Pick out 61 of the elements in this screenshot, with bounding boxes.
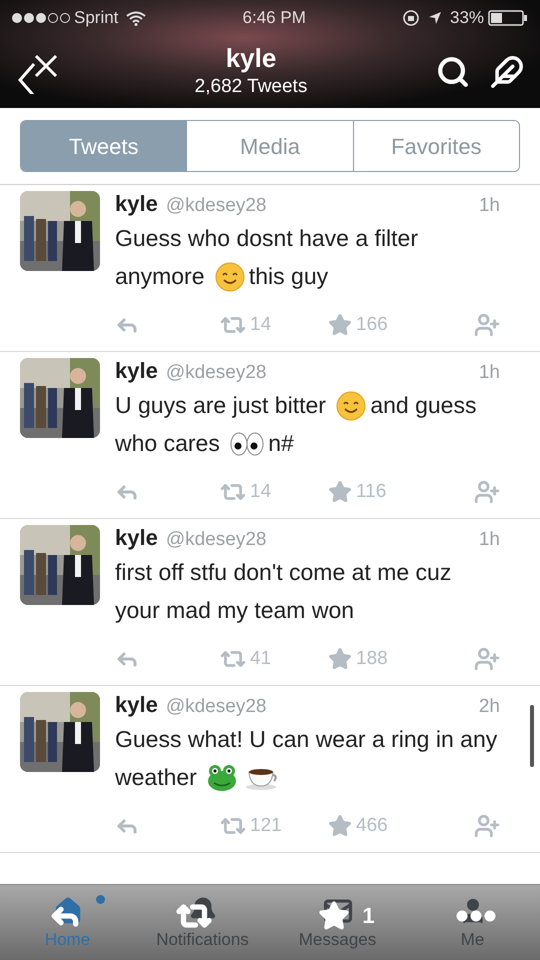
tweet-time: 1h xyxy=(478,528,500,552)
rotation-lock-icon xyxy=(402,9,420,27)
user-handle: @kdesey28 xyxy=(166,194,266,218)
add-person-icon xyxy=(474,478,500,505)
user-handle: @kdesey28 xyxy=(166,528,266,552)
star-icon xyxy=(328,814,352,838)
user-name: kyle xyxy=(115,691,158,719)
coffee-cup-icon xyxy=(245,766,280,790)
frog-icon xyxy=(207,764,238,792)
user-handle: @kdesey28 xyxy=(166,361,266,385)
tweet-time: 1h xyxy=(478,194,500,218)
favorite-button[interactable]: 188 xyxy=(328,644,388,673)
retweet-button[interactable]: 41 xyxy=(220,644,328,673)
follow-button[interactable] xyxy=(474,478,500,505)
compose-button[interactable] xyxy=(490,55,524,89)
star-icon xyxy=(318,900,350,932)
scroll-bar xyxy=(530,705,534,767)
tab-bar-item[interactable]: Notifications xyxy=(135,885,270,960)
follow-button[interactable] xyxy=(474,646,500,672)
tweet-time: 1h xyxy=(478,361,500,385)
profile-tab[interactable]: Tweets xyxy=(21,121,186,171)
profile-tab[interactable]: Favorites xyxy=(352,121,519,171)
status-time: 6:46 PM xyxy=(242,7,306,30)
smiling-face-icon xyxy=(336,391,366,422)
tweet-text: U guys are just bitter and guess who cares n# xyxy=(115,390,478,460)
location-arrow-icon xyxy=(428,11,442,25)
search-button[interactable] xyxy=(436,55,470,89)
tweet-text: first off stfu don't come at me cuz your mad my team won xyxy=(115,558,452,625)
tweet-time: 2h xyxy=(478,695,500,719)
tweet-count: 2,682 Tweets xyxy=(194,74,308,99)
favorite-button[interactable]: 116 xyxy=(328,478,386,506)
retweet-button[interactable]: 14 xyxy=(220,478,328,506)
smiling-face-icon xyxy=(214,262,245,292)
favorite-count: 1 xyxy=(362,904,375,928)
follow-button[interactable] xyxy=(474,312,500,338)
user-name: kyle xyxy=(115,190,158,218)
star-icon xyxy=(328,480,352,504)
retweet-button[interactable]: 121 xyxy=(220,812,328,840)
user-name: kyle xyxy=(115,524,158,552)
add-person-icon xyxy=(474,812,500,839)
wifi-icon xyxy=(126,10,146,26)
user-name: kyle xyxy=(115,357,158,385)
add-person-icon xyxy=(474,646,500,672)
tweet-text: Guess who dosnt have a filter anymore this guy xyxy=(115,218,500,294)
battery-percent: 33% xyxy=(450,7,484,30)
signal-icon xyxy=(12,13,70,23)
add-person-icon xyxy=(474,312,500,338)
battery-icon xyxy=(488,10,528,26)
more-icon xyxy=(456,910,496,922)
eyes-icon xyxy=(230,431,264,458)
favorite-button[interactable]: 466 xyxy=(328,812,388,840)
tab-bar-item[interactable]: Home xyxy=(0,885,135,960)
star-icon xyxy=(328,312,352,337)
follow-button[interactable] xyxy=(474,812,500,839)
tweet-text: Guess what! U can wear a ring in any weather xyxy=(115,720,500,796)
star-icon xyxy=(328,646,352,671)
user-handle: @kdesey28 xyxy=(166,695,266,719)
favorite-button[interactable]: 166 xyxy=(328,310,388,339)
profile-name: kyle xyxy=(226,42,276,73)
carrier-name: Sprint xyxy=(74,7,118,30)
retweet-button[interactable]: 14 xyxy=(220,310,328,339)
